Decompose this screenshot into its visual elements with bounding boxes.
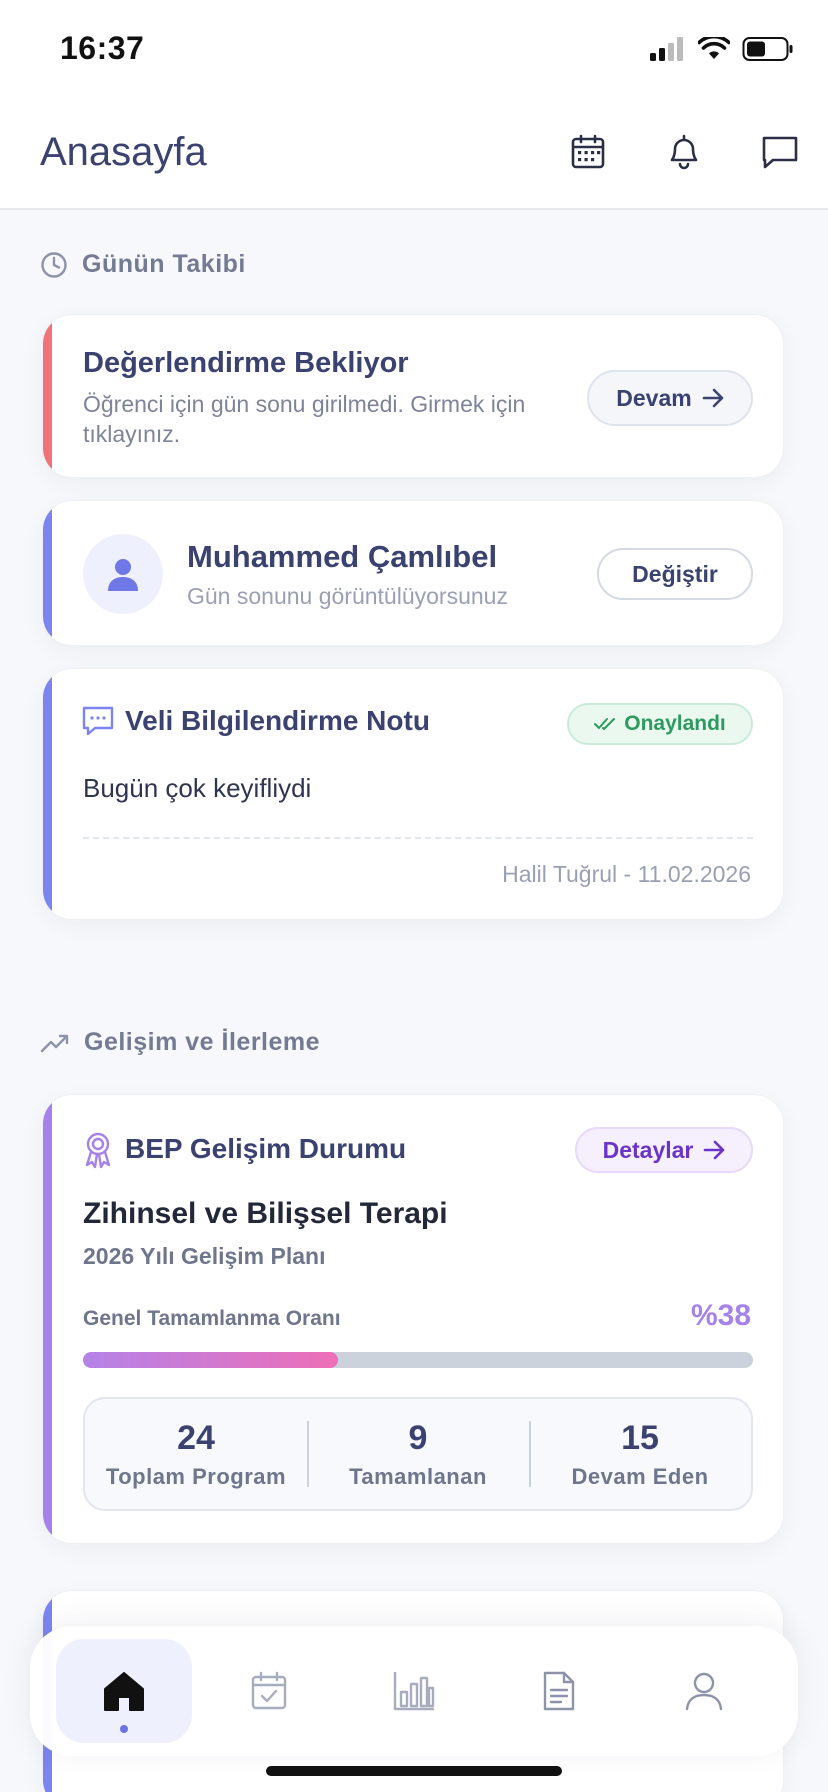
- arrow-right-icon: [702, 388, 724, 408]
- card-accent: [43, 669, 52, 919]
- section-title: Günün Takibi: [82, 250, 246, 278]
- page-title: Anasayfa: [40, 130, 207, 174]
- change-button-label: Değiştir: [632, 560, 718, 587]
- calendar-check-icon: [251, 1671, 287, 1710]
- status-time: 16:37: [60, 30, 145, 66]
- chart-icon: [393, 1672, 435, 1711]
- calendar-icon[interactable]: [566, 130, 610, 174]
- approved-badge-label: Onaylandı: [624, 712, 726, 735]
- program-title: Zihinsel ve Bilişsel Terapi: [83, 1197, 448, 1230]
- nav-reports[interactable]: [346, 1639, 482, 1743]
- details-button-label: Detaylar: [602, 1136, 694, 1163]
- bep-progress-card: BEP Gelişim Durumu Detaylar Zihinsel ve …: [42, 1094, 784, 1544]
- note-footer: Halil Tuğrul - 11.02.2026: [502, 861, 751, 887]
- note-divider: [83, 837, 753, 839]
- completion-progress-bar: [83, 1352, 753, 1368]
- stat-total-programs: 24 Toplam Program: [85, 1399, 307, 1509]
- bottom-navigation: [30, 1626, 798, 1756]
- app-header: Anasayfa: [0, 100, 828, 210]
- continue-button[interactable]: Devam: [587, 370, 753, 426]
- avatar: [83, 534, 163, 614]
- card-description: Öğrenci için gün sonu girilmedi. Girmek …: [83, 391, 526, 447]
- double-check-icon: [594, 718, 616, 730]
- document-icon: [543, 1671, 574, 1711]
- bep-title: BEP Gelişim Durumu: [125, 1133, 407, 1164]
- note-title: Veli Bilgilendirme Notu: [125, 705, 430, 736]
- program-subtitle: 2026 Yılı Gelişim Planı: [83, 1243, 326, 1269]
- card-title: Değerlendirme Bekliyor: [83, 347, 409, 379]
- stat-completed: 9 Tamamlanan: [307, 1399, 529, 1509]
- student-card[interactable]: Muhammed Çamlıbel Gün sonunu görüntülüyo…: [42, 500, 784, 646]
- user-icon: [108, 559, 138, 591]
- home-indicator: [266, 1766, 562, 1776]
- message-dots-icon: [82, 706, 114, 736]
- student-name: Muhammed Çamlıbel: [187, 539, 498, 574]
- card-accent: [43, 501, 52, 645]
- student-subtitle: Gün sonunu görüntülüyorsunuz: [187, 583, 508, 609]
- stat-value: 15: [621, 1418, 659, 1457]
- completion-label: Genel Tamamlanma Oranı: [83, 1307, 341, 1330]
- profile-icon: [685, 1672, 722, 1711]
- change-student-button[interactable]: Değiştir: [597, 548, 753, 600]
- section-title: Gelişim ve İlerleme: [84, 1028, 321, 1056]
- bell-icon[interactable]: [662, 130, 706, 174]
- wifi-icon: [698, 37, 730, 59]
- clock-icon: [41, 251, 67, 278]
- nav-documents[interactable]: [491, 1639, 627, 1743]
- completion-progress-fill: [83, 1352, 338, 1368]
- stat-value: 9: [408, 1418, 428, 1457]
- arrow-right-icon: [704, 1140, 725, 1160]
- completion-percent: %38: [690, 1299, 751, 1332]
- section-daily-tracking: Günün Takibi: [40, 250, 246, 279]
- home-icon: [104, 1672, 145, 1711]
- status-icons: [650, 36, 794, 62]
- section-progress: Gelişim ve İlerleme: [40, 1028, 320, 1057]
- approved-badge: Onaylandı: [567, 703, 753, 745]
- stat-label: Devam Eden: [571, 1463, 709, 1489]
- award-icon: [85, 1132, 111, 1169]
- stat-value: 24: [177, 1418, 215, 1457]
- cellular-signal-icon: [650, 37, 683, 61]
- nav-home[interactable]: [56, 1639, 193, 1743]
- evaluation-pending-card[interactable]: Değerlendirme Bekliyor Öğrenci için gün …: [42, 314, 784, 478]
- trending-up-icon: [40, 1034, 69, 1052]
- nav-profile[interactable]: [636, 1639, 772, 1743]
- battery-icon: [742, 37, 793, 61]
- note-text: Bugün çok keyifliydi: [83, 773, 312, 803]
- card-accent: [43, 1095, 52, 1543]
- stat-label: Tamamlanan: [349, 1463, 487, 1489]
- chat-icon[interactable]: [758, 130, 802, 174]
- nav-calendar[interactable]: [201, 1639, 337, 1743]
- continue-button-label: Devam: [616, 384, 692, 411]
- card-accent: [43, 315, 52, 477]
- active-indicator: [120, 1725, 129, 1733]
- stat-label: Toplam Program: [105, 1463, 287, 1489]
- program-stats: 24 Toplam Program 9 Tamamlanan 15 Devam …: [83, 1397, 753, 1511]
- status-bar: 16:37: [0, 0, 828, 100]
- details-button[interactable]: Detaylar: [575, 1127, 753, 1173]
- stat-in-progress: 15 Devam Eden: [529, 1399, 751, 1509]
- parent-note-card: Veli Bilgilendirme Notu Onaylandı Bugün …: [42, 668, 784, 920]
